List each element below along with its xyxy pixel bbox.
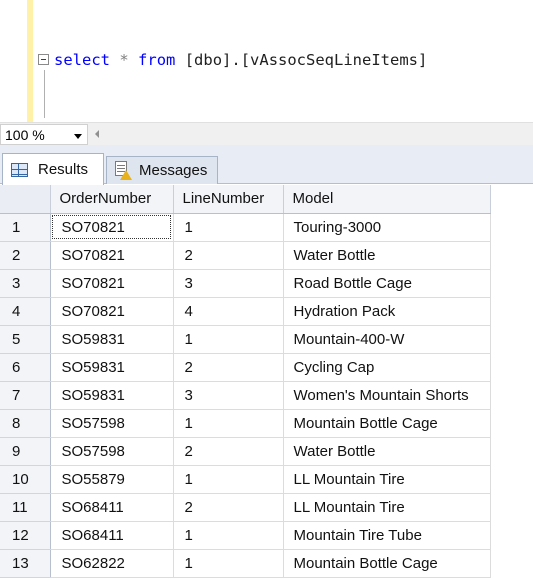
order-number-cell[interactable]: SO59831	[50, 381, 174, 410]
model-cell[interactable]: Hydration Pack	[283, 297, 491, 326]
tab-results-label: Results	[38, 161, 89, 178]
order-number-cell[interactable]: SO70821	[50, 297, 174, 326]
row-number-cell[interactable]: 6	[0, 353, 51, 382]
order-number-cell[interactable]: SO59831	[50, 325, 174, 354]
results-grid[interactable]: OrderNumber LineNumber Model 1 SO70821 1 To…	[0, 185, 533, 580]
line-number-cell[interactable]: 1	[173, 409, 284, 438]
row-number-cell[interactable]: 12	[0, 521, 51, 550]
order-number-cell[interactable]: SO70821	[50, 241, 174, 270]
line-number-cell[interactable]: 3	[173, 269, 284, 298]
table-row[interactable]: 12 SO68411 1 Mountain Tire Tube	[0, 521, 491, 550]
model-cell[interactable]: Mountain Bottle Cage	[283, 549, 491, 578]
row-number-cell[interactable]: 4	[0, 297, 51, 326]
table-row[interactable]: 13 SO62822 1 Mountain Bottle Cage	[0, 549, 491, 578]
results-tab-bar: Results Messages	[0, 145, 533, 185]
line-number-cell[interactable]: 1	[173, 325, 284, 354]
row-number-cell[interactable]: 11	[0, 493, 51, 522]
query-text[interactable]: select * from [dbo].[vAssocSeqLineItems]	[54, 50, 427, 70]
line-number-cell[interactable]: 4	[173, 297, 284, 326]
chevron-down-icon[interactable]	[74, 134, 82, 139]
zoom-value: 100 %	[5, 127, 45, 143]
row-number-cell[interactable]: 1	[0, 213, 51, 242]
order-number-cell[interactable]: SO68411	[50, 493, 174, 522]
line-number-cell[interactable]: 1	[173, 213, 284, 242]
query-editor[interactable]: select * from [dbo].[vAssocSeqLineItems]	[0, 0, 533, 122]
column-header-linenumber[interactable]: LineNumber	[173, 185, 284, 214]
tab-messages[interactable]: Messages	[106, 156, 218, 184]
table-row[interactable]: 9 SO57598 2 Water Bottle	[0, 437, 491, 466]
object-name: [dbo].[vAssocSeqLineItems]	[184, 51, 428, 69]
model-cell[interactable]: Mountain Bottle Cage	[283, 409, 491, 438]
tab-messages-label: Messages	[139, 162, 208, 179]
row-number-cell[interactable]: 2	[0, 241, 51, 270]
table-row[interactable]: 2 SO70821 2 Water Bottle	[0, 241, 491, 270]
outline-guide	[44, 70, 45, 118]
model-cell[interactable]: Mountain-400-W	[283, 325, 491, 354]
select-all-corner[interactable]	[0, 185, 51, 214]
table-row[interactable]: 11 SO68411 2 LL Mountain Tire	[0, 493, 491, 522]
line-number-cell[interactable]: 2	[173, 437, 284, 466]
model-cell[interactable]: Cycling Cap	[283, 353, 491, 382]
table-row[interactable]: 7 SO59831 3 Women's Mountain Shorts	[0, 381, 491, 410]
column-header-ordernumber[interactable]: OrderNumber	[50, 185, 174, 214]
model-cell[interactable]: LL Mountain Tire	[283, 493, 491, 522]
order-number-cell[interactable]: SO68411	[50, 521, 174, 550]
line-number-cell[interactable]: 1	[173, 521, 284, 550]
keyword-from: from	[138, 51, 176, 69]
table-row[interactable]: 4 SO70821 4 Hydration Pack	[0, 297, 491, 326]
order-number-cell[interactable]: SO57598	[50, 409, 174, 438]
row-number-cell[interactable]: 5	[0, 325, 51, 354]
row-number-cell[interactable]: 7	[0, 381, 51, 410]
row-number-cell[interactable]: 9	[0, 437, 51, 466]
line-number-cell[interactable]: 3	[173, 381, 284, 410]
model-cell[interactable]: Mountain Tire Tube	[283, 521, 491, 550]
zoom-dropdown[interactable]: 100 %	[0, 124, 88, 145]
line-number-cell[interactable]: 1	[173, 465, 284, 494]
order-number-cell[interactable]: SO62822	[50, 549, 174, 578]
model-cell[interactable]: LL Mountain Tire	[283, 465, 491, 494]
table-row[interactable]: 3 SO70821 3 Road Bottle Cage	[0, 269, 491, 298]
row-number-cell[interactable]: 10	[0, 465, 51, 494]
table-row[interactable]: 5 SO59831 1 Mountain-400-W	[0, 325, 491, 354]
column-header-model[interactable]: Model	[283, 185, 491, 214]
model-cell[interactable]: Water Bottle	[283, 241, 491, 270]
model-cell[interactable]: Women's Mountain Shorts	[283, 381, 491, 410]
messages-icon	[113, 160, 132, 181]
table-row[interactable]: 6 SO59831 2 Cycling Cap	[0, 353, 491, 382]
table-row[interactable]: 8 SO57598 1 Mountain Bottle Cage	[0, 409, 491, 438]
scroll-left-icon[interactable]	[95, 130, 99, 138]
grid-icon	[11, 162, 28, 177]
order-number-cell[interactable]: SO70821	[50, 213, 174, 242]
line-number-cell[interactable]: 2	[173, 493, 284, 522]
table-row[interactable]: 1 SO70821 1 Touring-3000	[0, 213, 491, 242]
line-number-cell[interactable]: 1	[173, 549, 284, 578]
row-number-cell[interactable]: 8	[0, 409, 51, 438]
change-tracking-margin	[27, 0, 33, 122]
order-number-cell[interactable]: SO55879	[50, 465, 174, 494]
model-cell[interactable]: Road Bottle Cage	[283, 269, 491, 298]
line-number-cell[interactable]: 2	[173, 353, 284, 382]
table-row[interactable]: 10 SO55879 1 LL Mountain Tire	[0, 465, 491, 494]
row-number-cell[interactable]: 13	[0, 549, 51, 578]
keyword-select: select	[54, 51, 110, 69]
order-number-cell[interactable]: SO57598	[50, 437, 174, 466]
order-number-cell[interactable]: SO70821	[50, 269, 174, 298]
results-table: OrderNumber LineNumber Model 1 SO70821 1 To…	[0, 185, 491, 578]
model-cell[interactable]: Water Bottle	[283, 437, 491, 466]
tab-results[interactable]: Results	[2, 153, 104, 185]
model-cell[interactable]: Touring-3000	[283, 213, 491, 242]
collapse-icon[interactable]	[38, 54, 49, 65]
star-operator: *	[119, 51, 129, 69]
zoom-bar: 100 %	[0, 122, 533, 145]
row-number-cell[interactable]: 3	[0, 269, 51, 298]
order-number-cell[interactable]: SO59831	[50, 353, 174, 382]
line-number-cell[interactable]: 2	[173, 241, 284, 270]
header-row: OrderNumber LineNumber Model	[0, 185, 491, 214]
